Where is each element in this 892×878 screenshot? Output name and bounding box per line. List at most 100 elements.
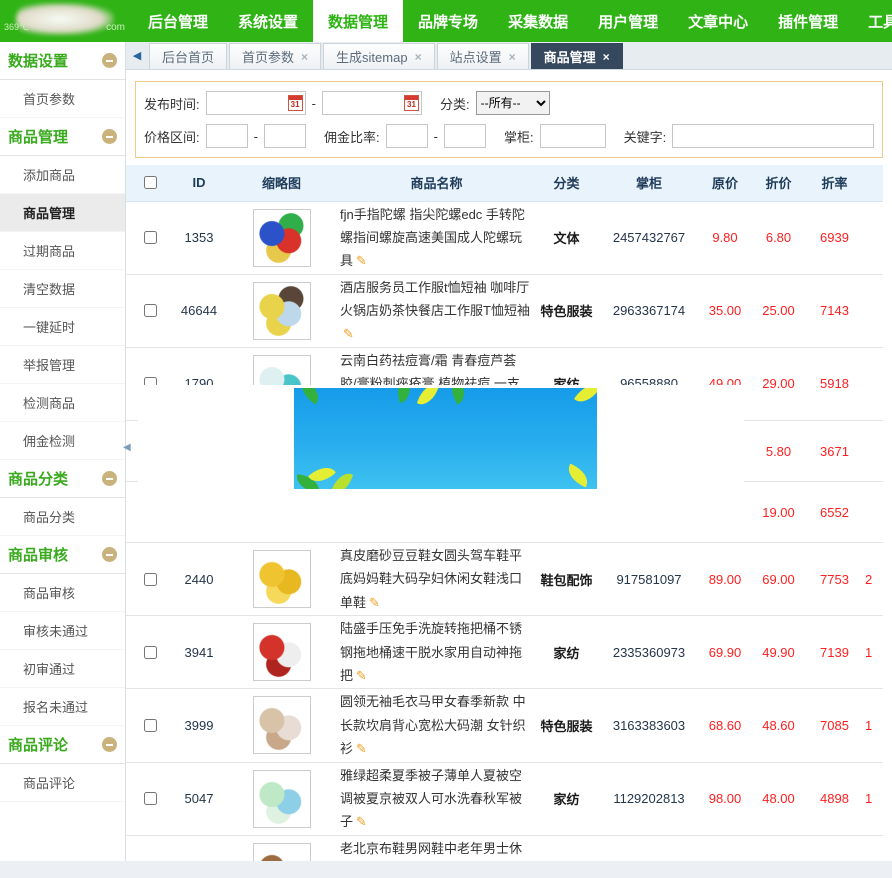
category-select[interactable]: --所有-- [476, 91, 550, 115]
top-nav-item[interactable]: 文章中心 [673, 0, 763, 42]
row-checkbox[interactable] [144, 719, 157, 732]
sidebar-item[interactable]: 商品管理 [0, 194, 125, 232]
row-checkbox-cell [126, 543, 174, 616]
discount-price: 5.80 [751, 421, 806, 482]
top-nav-item[interactable]: 后台管理 [133, 0, 223, 42]
row-checkbox[interactable] [144, 792, 157, 805]
shop-id: 917581097 [599, 543, 699, 616]
shop-input[interactable] [540, 124, 606, 148]
tab-close-icon[interactable]: × [603, 50, 610, 64]
sidebar-item[interactable]: 检测商品 [0, 384, 125, 422]
collapse-minus-icon[interactable] [102, 471, 117, 486]
product-thumbnail[interactable] [253, 282, 311, 340]
top-nav-item[interactable]: 用户管理 [583, 0, 673, 42]
sidebar-section-header[interactable]: 商品审核 [0, 536, 125, 574]
top-nav-item[interactable]: 采集数据 [493, 0, 583, 42]
sidebar-item[interactable]: 清空数据 [0, 270, 125, 308]
top-nav-item[interactable]: 品牌专场 [403, 0, 493, 42]
collapse-minus-icon[interactable] [102, 53, 117, 68]
shop-id: 1129202813 [599, 762, 699, 835]
top-nav-item[interactable]: 工具 [853, 0, 892, 42]
select-all-header-checkbox[interactable] [144, 176, 157, 189]
sidebar-item[interactable]: 添加商品 [0, 156, 125, 194]
tab[interactable]: 首页参数 × [229, 43, 321, 69]
calendar-icon[interactable]: 31 [404, 95, 419, 111]
tab[interactable]: 生成sitemap× [323, 43, 435, 69]
sidebar-section-header[interactable]: 商品评论 [0, 726, 125, 764]
edit-pencil-icon[interactable]: ✎ [356, 668, 367, 683]
price-max-input[interactable] [264, 124, 306, 148]
product-name: 真皮磨砂豆豆鞋女圆头驾车鞋平底妈妈鞋大码孕妇休闲女鞋浅口单鞋✎ [339, 543, 534, 616]
sidebar-section-title: 商品管理 [8, 126, 68, 147]
row-checkbox[interactable] [144, 646, 157, 659]
sidebar-section-header[interactable]: 商品分类 [0, 460, 125, 498]
discount-price: 39.90 [751, 835, 806, 861]
commission-max-input[interactable] [444, 124, 486, 148]
sidebar-item[interactable]: 一键延时 [0, 308, 125, 346]
product-thumbnail[interactable] [253, 770, 311, 828]
price-min-input[interactable] [206, 124, 248, 148]
tab[interactable]: 站点设置 × [437, 43, 529, 69]
table-header-checkbox-cell [126, 165, 174, 201]
sidebar-section-header[interactable]: 商品管理 [0, 118, 125, 156]
row-checkbox[interactable] [144, 573, 157, 586]
collapse-minus-icon[interactable] [102, 547, 117, 562]
sidebar-collapse-handle[interactable]: ◀ [123, 442, 131, 453]
top-nav-item[interactable]: 系统设置 [223, 0, 313, 42]
sidebar-item[interactable]: 商品评论 [0, 764, 125, 802]
product-thumbnail[interactable] [253, 209, 311, 267]
tab-close-icon[interactable]: × [301, 50, 308, 64]
sidebar-item[interactable]: 商品审核 [0, 574, 125, 612]
thumbnail-cell [224, 616, 339, 689]
table-row: 6851老北京布鞋男网鞋中老年男士休闲网鞋防滑透气软底爸爸鞋老人鞋男✎鞋包配饰2… [126, 835, 883, 861]
publish-time-start: 31 [206, 91, 306, 115]
row-checkbox[interactable] [144, 231, 157, 244]
sidebar-item[interactable]: 报名未通过 [0, 688, 125, 726]
table-row: 2440真皮磨砂豆豆鞋女圆头驾车鞋平底妈妈鞋大码孕妇休闲女鞋浅口单鞋✎鞋包配饰9… [126, 543, 883, 616]
edit-pencil-icon[interactable]: ✎ [356, 253, 367, 268]
edit-pencil-icon[interactable]: ✎ [369, 595, 380, 610]
table-row: 1353fjn手指陀螺 指尖陀螺edc 手转陀螺指间螺旋高速美国成人陀螺玩具✎文… [126, 201, 883, 274]
column-header: ID [174, 165, 224, 201]
product-category: 家纺 [534, 616, 599, 689]
tab-close-icon[interactable]: × [509, 50, 516, 64]
tab-label: 首页参数 [242, 47, 294, 66]
sidebar-section-title: 商品分类 [8, 468, 68, 489]
sidebar-item[interactable]: 审核未通过 [0, 612, 125, 650]
sidebar-item[interactable]: 首页参数 [0, 80, 125, 118]
tab[interactable]: 后台首页 [149, 43, 227, 69]
sidebar-item[interactable]: 佣金检测 [0, 422, 125, 460]
keyword-input[interactable] [672, 124, 874, 148]
product-thumbnail[interactable] [253, 843, 311, 861]
shop-id: 2335360973 [599, 616, 699, 689]
edit-pencil-icon[interactable]: ✎ [343, 326, 354, 341]
tab[interactable]: 商品管理× [531, 43, 623, 69]
tab-close-icon[interactable]: × [415, 50, 422, 64]
commission-min-input[interactable] [386, 124, 428, 148]
top-nav-item[interactable]: 数据管理 [313, 0, 403, 42]
product-thumbnail[interactable] [253, 550, 311, 608]
discount-rate: 7753 [806, 543, 863, 616]
tab-scroll-left-icon[interactable]: ◀ [126, 42, 148, 69]
logo-small-text: 369℃ [4, 22, 29, 33]
tab-label: 站点设置 [450, 47, 502, 66]
clipped-next-column-value [863, 482, 883, 543]
collapse-minus-icon[interactable] [102, 129, 117, 144]
sidebar-item[interactable]: 举报管理 [0, 346, 125, 384]
thumbnail-cell [224, 543, 339, 616]
sidebar-item[interactable]: 过期商品 [0, 232, 125, 270]
sidebar-item[interactable]: 初审通过 [0, 650, 125, 688]
sidebar-item[interactable]: 商品分类 [0, 498, 125, 536]
sidebar-section-header[interactable]: 数据设置 [0, 42, 125, 80]
thumbnail-cell [224, 762, 339, 835]
collapse-minus-icon[interactable] [102, 737, 117, 752]
calendar-icon[interactable]: 31 [288, 95, 303, 111]
product-thumbnail[interactable] [253, 696, 311, 754]
tab-label: 后台首页 [162, 47, 214, 66]
product-thumbnail[interactable] [253, 623, 311, 681]
row-checkbox[interactable] [144, 304, 157, 317]
edit-pencil-icon[interactable]: ✎ [356, 741, 367, 756]
edit-pencil-icon[interactable]: ✎ [356, 814, 367, 829]
top-nav-item[interactable]: 插件管理 [763, 0, 853, 42]
row-checkbox-cell [126, 762, 174, 835]
